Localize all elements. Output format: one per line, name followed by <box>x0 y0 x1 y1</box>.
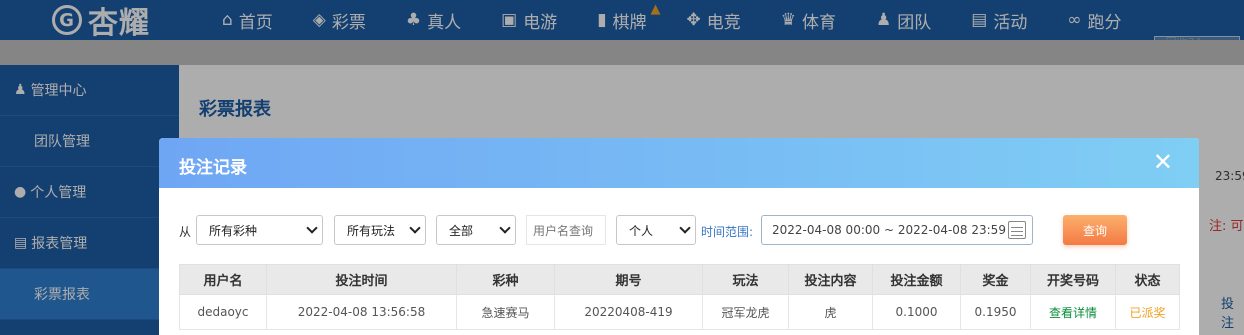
chevron-down-icon <box>409 222 421 234</box>
modal-header: 投注记录 ✕ <box>159 138 1199 188</box>
cell-content: 虎 <box>788 294 873 330</box>
status-badge: 已派奖 <box>1115 294 1180 330</box>
filter-bar: 从 所有彩种 所有玩法 全部 用户名查询 个人 时间范围: 2022-04-08… <box>179 215 1179 245</box>
column-header: 状态 <box>1115 264 1180 295</box>
column-header: 投注时间 <box>266 264 457 295</box>
select-value: 全部 <box>449 223 474 238</box>
play-type-select[interactable]: 所有玩法 <box>334 215 426 245</box>
scope-select[interactable]: 个人 <box>616 215 696 245</box>
modal-title: 投注记录 <box>179 158 247 178</box>
cell-username: dedaoyc <box>179 294 267 330</box>
cell-amount: 0.1000 <box>872 294 961 330</box>
time-range-label: 时间范围: <box>701 225 754 239</box>
bet-record-modal: 投注记录 ✕ 从 所有彩种 所有玩法 全部 用户名查询 个人 时间范围: 202… <box>159 138 1199 335</box>
select-value: 所有彩种 <box>209 223 258 238</box>
time-range-value: 2022-04-08 00:00 ~ 2022-04-08 23:59 <box>772 223 1006 237</box>
close-icon[interactable]: ✕ <box>1153 150 1173 174</box>
column-header: 开奖号码 <box>1030 264 1116 295</box>
time-range-input[interactable]: 2022-04-08 00:00 ~ 2022-04-08 23:59 <box>761 215 1033 245</box>
status-select[interactable]: 全部 <box>436 215 516 245</box>
select-value: 个人 <box>629 223 654 238</box>
cell-lottery: 急速赛马 <box>456 294 555 330</box>
table-header-row: 用户名 投注时间 彩种 期号 玩法 投注内容 投注金额 奖金 开奖号码 状态 <box>179 264 1180 295</box>
cell-bet-time: 2022-04-08 13:56:58 <box>266 294 457 330</box>
cell-play: 冠军龙虎 <box>702 294 789 330</box>
chevron-down-icon <box>679 222 691 234</box>
column-header: 期号 <box>554 264 703 295</box>
bet-record-table: 用户名 投注时间 彩种 期号 玩法 投注内容 投注金额 奖金 开奖号码 状态 d… <box>179 264 1180 330</box>
column-header: 投注金额 <box>872 264 961 295</box>
table-row: dedaoyc 2022-04-08 13:56:58 急速赛马 2022040… <box>179 294 1180 330</box>
cell-issue: 20220408-419 <box>554 294 703 330</box>
column-header: 彩种 <box>456 264 555 295</box>
select-value: 所有玩法 <box>347 223 396 238</box>
cell-prize: 0.1950 <box>960 294 1031 330</box>
column-header: 奖金 <box>960 264 1031 295</box>
column-header: 用户名 <box>179 264 267 295</box>
chevron-down-icon <box>306 222 318 234</box>
from-label: 从 <box>179 225 192 239</box>
calendar-icon[interactable] <box>1008 221 1026 239</box>
username-search-input[interactable]: 用户名查询 <box>526 215 606 245</box>
column-header: 投注内容 <box>788 264 873 295</box>
chevron-down-icon <box>499 222 511 234</box>
column-header: 玩法 <box>702 264 789 295</box>
view-details-link[interactable]: 查看详情 <box>1030 294 1116 330</box>
lottery-type-select[interactable]: 所有彩种 <box>196 215 323 245</box>
query-button[interactable]: 查询 <box>1063 215 1127 245</box>
